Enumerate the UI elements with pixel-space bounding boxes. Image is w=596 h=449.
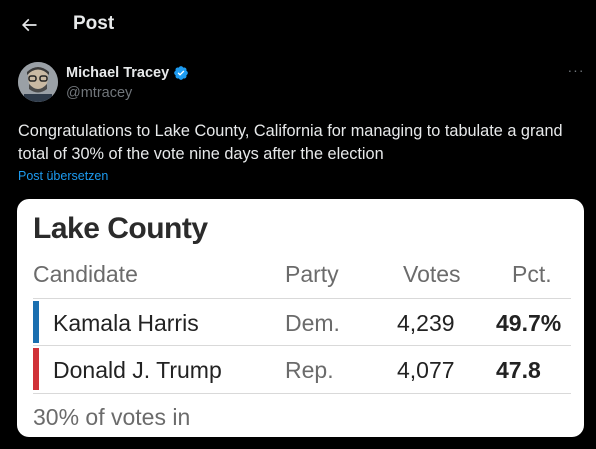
party-color-bar-rep (33, 348, 39, 390)
candidate-party: Rep. (285, 357, 334, 383)
candidate-name: Donald J. Trump (53, 357, 222, 383)
candidate-votes: 4,239 (397, 310, 455, 336)
verified-badge-icon (174, 66, 189, 80)
candidate-party: Dem. (285, 310, 340, 336)
back-button[interactable] (12, 9, 46, 41)
row-divider (33, 393, 571, 394)
candidate-votes: 4,077 (397, 357, 455, 383)
row-divider (33, 345, 571, 346)
avatar[interactable] (18, 62, 58, 102)
results-image-card[interactable]: Lake County Candidate Party Votes Pct. K… (17, 199, 584, 437)
results-title: Lake County (33, 212, 208, 245)
post-author: Michael Tracey @mtracey ··· (18, 62, 584, 106)
column-header-pct: Pct. (512, 261, 552, 287)
translate-post-link[interactable]: Post übersetzen (18, 169, 108, 183)
column-header-votes: Votes (403, 261, 461, 287)
author-handle[interactable]: @mtracey (66, 85, 132, 101)
top-bar: Post (0, 0, 596, 50)
page-title: Post (73, 13, 115, 34)
column-header-candidate: Candidate (33, 261, 138, 287)
column-header-party: Party (285, 261, 339, 287)
arrow-left-icon (21, 18, 37, 32)
reporting-status: 30% of votes in (33, 404, 191, 430)
avatar-illustration (18, 62, 58, 102)
candidate-pct: 47.8 (496, 357, 541, 383)
party-color-bar-dem (33, 301, 39, 343)
candidate-name: Kamala Harris (53, 310, 199, 336)
row-divider (33, 298, 571, 299)
more-options-button[interactable]: ··· (566, 62, 586, 82)
author-name[interactable]: Michael Tracey (66, 65, 169, 81)
candidate-pct: 49.7% (496, 310, 562, 336)
post-text: Congratulations to Lake County, Californ… (18, 122, 563, 163)
author-name-row[interactable]: Michael Tracey (66, 65, 189, 81)
